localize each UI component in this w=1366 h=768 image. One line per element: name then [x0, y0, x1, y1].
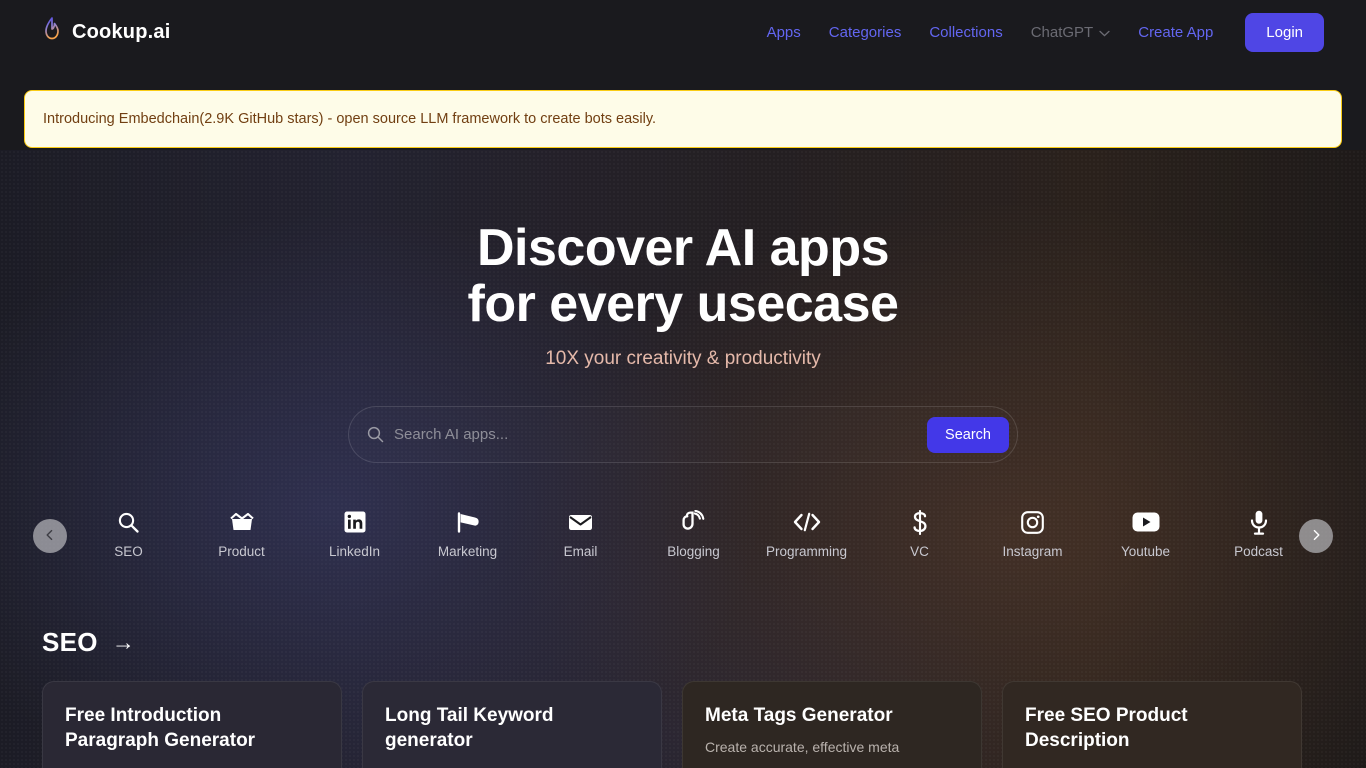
category-track: SEO Product LinkedIn Marketing Email Blo…	[72, 509, 1312, 581]
category-label: Instagram	[1002, 544, 1063, 560]
category-item-podcast[interactable]: Podcast	[1202, 509, 1312, 559]
category-label: VC	[910, 544, 929, 560]
app-card[interactable]: Free Introduction Paragraph Generator	[42, 681, 342, 768]
section-header-seo[interactable]: SEO →	[42, 627, 135, 658]
search-button[interactable]: Search	[927, 416, 1009, 453]
category-carousel: SEO Product LinkedIn Marketing Email Blo…	[0, 509, 1366, 581]
chevron-down-icon	[1099, 24, 1110, 41]
category-label: Marketing	[437, 544, 498, 560]
youtube-icon	[1132, 509, 1160, 535]
search-icon	[117, 509, 140, 535]
category-item-programming[interactable]: Programming	[750, 509, 863, 559]
carousel-prev-button[interactable]	[33, 519, 67, 554]
category-label: Email	[563, 544, 598, 560]
app-card[interactable]: Long Tail Keyword generator	[362, 681, 662, 768]
page-root: Cookup.ai Apps Categories Collections Ch…	[0, 0, 1366, 768]
category-item-seo[interactable]: SEO	[72, 509, 185, 559]
instagram-icon	[1021, 509, 1044, 535]
announcement-banner-text: Introducing Embedchain(2.9K GitHub stars…	[43, 111, 657, 127]
code-icon	[792, 509, 822, 535]
brand-logo[interactable]: Cookup.ai	[42, 16, 171, 48]
main-nav: Apps Categories Collections ChatGPT Crea…	[767, 12, 1324, 52]
arrow-right-icon: →	[111, 629, 135, 656]
open-box-icon	[229, 509, 255, 535]
hero-title-line-1: Discover AI apps	[476, 219, 890, 277]
category-label: Programming	[765, 544, 848, 560]
category-item-linkedin[interactable]: LinkedIn	[298, 509, 411, 559]
section-title: SEO	[42, 627, 98, 658]
envelope-icon	[568, 509, 593, 535]
bullhorn-icon	[456, 509, 480, 535]
brand-name: Cookup.ai	[72, 20, 171, 43]
app-card-title: Long Tail Keyword generator	[385, 705, 554, 751]
nav-item-create-app[interactable]: Create App	[1138, 24, 1213, 41]
linkedin-icon	[344, 509, 366, 535]
search-input[interactable]	[394, 426, 928, 444]
app-card[interactable]: Meta Tags Generator Create accurate, eff…	[682, 681, 982, 768]
site-header: Cookup.ai Apps Categories Collections Ch…	[0, 0, 1366, 64]
category-label: LinkedIn	[328, 544, 381, 560]
app-card-title: Meta Tags Generator	[705, 705, 893, 727]
category-label: SEO	[114, 544, 143, 560]
category-item-vc[interactable]: VC	[863, 509, 976, 559]
nav-item-chatgpt[interactable]: ChatGPT	[1031, 24, 1111, 41]
page-title: Discover AI apps for every usecase	[0, 220, 1366, 332]
chevron-right-icon	[1310, 529, 1322, 544]
carousel-next-button[interactable]	[1299, 519, 1333, 554]
search-bar: Search	[348, 406, 1018, 464]
nav-item-apps[interactable]: Apps	[767, 24, 801, 41]
announcement-banner[interactable]: Introducing Embedchain(2.9K GitHub stars…	[24, 90, 1342, 148]
category-item-blogging[interactable]: Blogging	[637, 509, 750, 559]
category-label: Youtube	[1120, 544, 1171, 560]
category-item-instagram[interactable]: Instagram	[976, 509, 1089, 559]
login-button[interactable]: Login	[1245, 12, 1324, 52]
hero-title-line-2: for every usecase	[467, 275, 899, 334]
dollar-icon	[912, 509, 928, 535]
category-label: Product	[218, 544, 265, 560]
nav-item-collections[interactable]: Collections	[929, 24, 1002, 41]
nav-item-chatgpt-label: ChatGPT	[1030, 23, 1094, 41]
app-card-description: Create accurate, effective meta	[705, 738, 900, 755]
app-card-title: Free SEO Product Description	[1025, 705, 1188, 751]
app-card[interactable]: Free SEO Product Description	[1002, 681, 1302, 768]
blogger-icon	[681, 509, 706, 535]
nav-item-categories[interactable]: Categories	[829, 24, 902, 41]
category-item-product[interactable]: Product	[185, 509, 298, 559]
app-card-grid: Free Introduction Paragraph Generator Lo…	[42, 681, 1362, 768]
category-item-email[interactable]: Email	[524, 509, 637, 559]
hero-section: Discover AI apps for every usecase 10X y…	[0, 148, 1366, 370]
app-card-title: Free Introduction Paragraph Generator	[65, 705, 256, 751]
hero-subtitle: 10X your creativity & productivity	[545, 348, 821, 370]
flame-icon	[42, 16, 62, 48]
category-label: Podcast	[1234, 544, 1283, 560]
category-item-marketing[interactable]: Marketing	[411, 509, 524, 559]
category-label: Blogging	[667, 544, 720, 560]
category-item-youtube[interactable]: Youtube	[1089, 509, 1202, 559]
chevron-left-icon	[44, 529, 56, 544]
microphone-icon	[1250, 509, 1268, 535]
search-icon	[367, 426, 384, 443]
